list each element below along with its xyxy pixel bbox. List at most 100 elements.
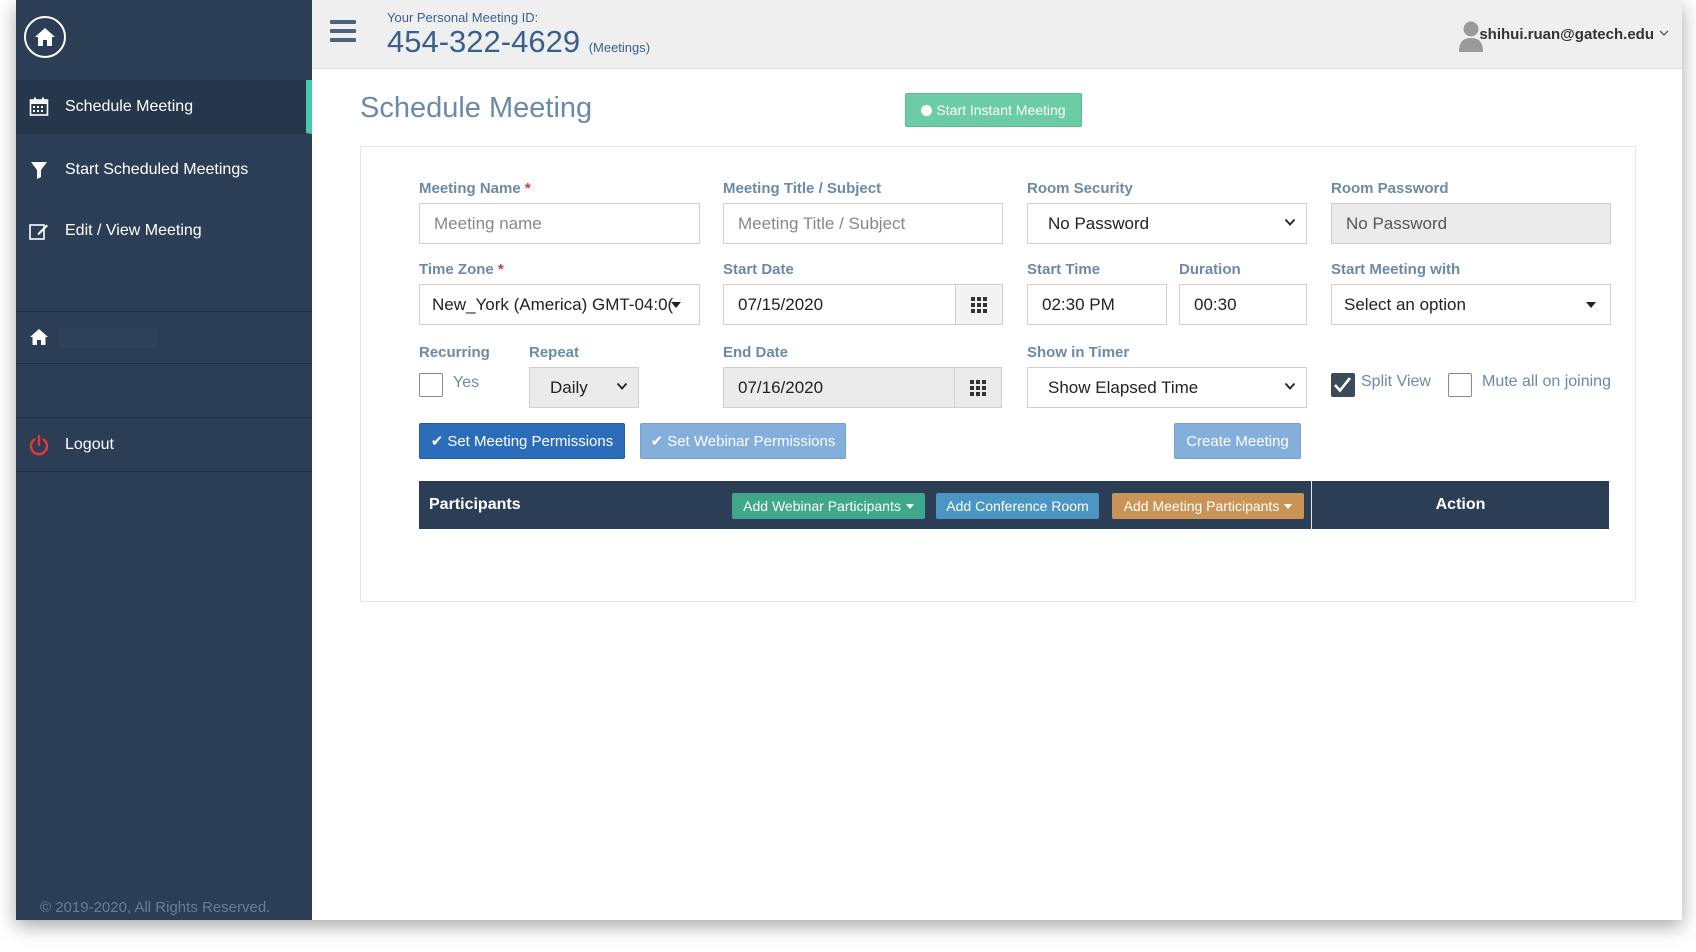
start-date-input[interactable]: 07/15/2020 bbox=[723, 284, 1003, 325]
user-email[interactable]: shihui.ruan@gatech.edu bbox=[1479, 26, 1654, 43]
hamburger-icon bbox=[330, 20, 356, 24]
menu-toggle-button[interactable] bbox=[330, 20, 356, 44]
room-security-label: Room Security bbox=[1027, 180, 1133, 197]
room-security-value: No Password bbox=[1048, 213, 1150, 233]
check-icon: ✔ bbox=[430, 433, 444, 450]
required-marker: * bbox=[497, 261, 504, 278]
grid-icon bbox=[970, 379, 986, 396]
pmi-label: Your Personal Meeting ID: bbox=[387, 10, 539, 25]
home-icon bbox=[35, 28, 55, 46]
room-security-select[interactable]: No Password bbox=[1027, 203, 1307, 244]
add-webinar-participants-button[interactable]: Add Webinar Participants bbox=[732, 493, 925, 519]
duration-label: Duration bbox=[1179, 261, 1241, 278]
circle-icon bbox=[921, 104, 933, 116]
sidebar-item-schedule-meeting[interactable]: Schedule Meeting bbox=[16, 80, 312, 134]
set-webinar-permissions-button[interactable]: ✔ Set Webinar Permissions bbox=[640, 423, 846, 459]
chevron-down-icon bbox=[616, 382, 628, 390]
add-meeting-participants-label: Add Meeting Participants bbox=[1123, 498, 1280, 514]
sidebar-item-logout[interactable]: Logout bbox=[16, 417, 312, 472]
recurring-label: Recurring bbox=[419, 344, 490, 361]
checkmark-icon bbox=[1334, 377, 1352, 393]
home-logo-button[interactable] bbox=[24, 16, 66, 58]
edit-icon bbox=[28, 220, 50, 242]
check-icon: ✔ bbox=[650, 433, 664, 450]
start-date-label: Start Date bbox=[723, 261, 794, 278]
time-zone-label-text: Time Zone bbox=[419, 261, 494, 278]
meeting-name-input[interactable]: Meeting name bbox=[419, 203, 700, 244]
start-instant-meeting-label: Start Instant Meeting bbox=[936, 102, 1066, 118]
repeat-label: Repeat bbox=[529, 344, 580, 361]
start-time-label: Start Time bbox=[1027, 261, 1101, 278]
home-label-placeholder bbox=[58, 328, 158, 348]
start-meeting-with-label: Start Meeting with bbox=[1331, 261, 1461, 278]
show-in-timer-select[interactable]: Show Elapsed Time bbox=[1027, 367, 1307, 408]
sidebar: Schedule Meeting Start Scheduled Meeting… bbox=[16, 0, 312, 920]
show-in-timer-label: Show in Timer bbox=[1027, 344, 1130, 361]
required-marker: * bbox=[524, 180, 531, 197]
home-icon bbox=[30, 329, 48, 345]
pmi-number-wrap: 454-322-4629 (Meetings) bbox=[387, 24, 650, 60]
start-meeting-with-select[interactable]: Select an option bbox=[1331, 284, 1611, 325]
split-view-label: Split View bbox=[1361, 373, 1431, 390]
set-meeting-permissions-button[interactable]: ✔ Set Meeting Permissions bbox=[419, 423, 625, 459]
filter-icon bbox=[28, 159, 50, 181]
caret-down-icon bbox=[905, 503, 914, 509]
logout-label: Logout bbox=[65, 436, 114, 453]
create-meeting-button[interactable]: Create Meeting bbox=[1174, 423, 1301, 459]
add-webinar-participants-label: Add Webinar Participants bbox=[743, 498, 901, 514]
room-password-input[interactable]: No Password bbox=[1331, 203, 1611, 244]
repeat-select[interactable]: Daily bbox=[529, 367, 639, 408]
chevron-down-icon bbox=[1284, 218, 1296, 226]
caret-down-icon bbox=[671, 302, 681, 308]
pmi-number: 454-322-4629 bbox=[387, 24, 581, 59]
meeting-title-input[interactable]: Meeting Title / Subject bbox=[723, 203, 1003, 244]
participants-header: Participants bbox=[429, 496, 521, 513]
power-icon bbox=[29, 434, 49, 456]
time-zone-select[interactable]: New_York (America) GMT-04:0( bbox=[419, 284, 700, 325]
copyright-text: © 2019-2020, All Rights Reserved. bbox=[40, 899, 271, 916]
start-time-input[interactable]: 02:30 PM bbox=[1027, 284, 1167, 325]
start-meeting-with-value: Select an option bbox=[1344, 294, 1466, 314]
add-meeting-participants-button[interactable]: Add Meeting Participants bbox=[1112, 493, 1304, 519]
end-date-label: End Date bbox=[723, 344, 789, 361]
sidebar-home-row[interactable] bbox=[16, 311, 312, 364]
mute-all-label: Mute all on joining bbox=[1482, 373, 1611, 390]
mute-all-checkbox[interactable] bbox=[1448, 373, 1472, 397]
repeat-value: Daily bbox=[550, 377, 588, 397]
set-webinar-permissions-label: Set Webinar Permissions bbox=[667, 432, 836, 450]
calendar-icon bbox=[28, 96, 50, 118]
add-conference-room-button[interactable]: Add Conference Room bbox=[936, 493, 1099, 519]
app-window: Schedule Meeting Start Scheduled Meeting… bbox=[16, 0, 1682, 920]
chevron-down-icon[interactable] bbox=[1658, 27, 1670, 39]
action-column-header: Action bbox=[1435, 496, 1486, 513]
room-password-label: Room Password bbox=[1331, 180, 1449, 197]
meeting-name-label: Meeting Name * bbox=[419, 180, 531, 197]
sidebar-item-label: Schedule Meeting bbox=[65, 97, 194, 115]
sidebar-item-label: Edit / View Meeting bbox=[65, 222, 202, 239]
set-meeting-permissions-label: Set Meeting Permissions bbox=[447, 432, 614, 450]
end-date-value: 07/16/2020 bbox=[738, 377, 824, 397]
caret-down-icon bbox=[1586, 302, 1596, 308]
hamburger-line bbox=[330, 38, 356, 42]
start-instant-meeting-button[interactable]: Start Instant Meeting bbox=[905, 93, 1082, 127]
top-bar: Your Personal Meeting ID: 454-322-4629 (… bbox=[312, 0, 1682, 69]
duration-input[interactable]: 00:30 bbox=[1179, 284, 1307, 325]
hamburger-line bbox=[330, 29, 356, 33]
chevron-down-icon bbox=[1284, 382, 1296, 390]
recurring-checkbox[interactable] bbox=[419, 373, 443, 397]
participants-table-header: Participants Add Webinar Participants Ad… bbox=[419, 481, 1609, 529]
sidebar-item-start-scheduled-meetings[interactable]: Start Scheduled Meetings bbox=[16, 143, 312, 197]
start-date-picker-button[interactable] bbox=[955, 285, 1002, 324]
start-date-value: 07/15/2020 bbox=[738, 294, 824, 314]
time-zone-label: Time Zone * bbox=[419, 261, 504, 278]
end-date-picker-button[interactable] bbox=[954, 368, 1001, 407]
sidebar-item-edit-view-meeting[interactable]: Edit / View Meeting bbox=[16, 204, 312, 258]
meeting-title-label: Meeting Title / Subject bbox=[723, 180, 882, 197]
page-title: Schedule Meeting bbox=[360, 92, 593, 124]
end-date-input[interactable]: 07/16/2020 bbox=[723, 367, 1002, 408]
split-view-checkbox[interactable] bbox=[1331, 373, 1355, 397]
pmi-suffix: (Meetings) bbox=[588, 40, 651, 55]
meeting-name-label-text: Meeting Name bbox=[419, 180, 521, 197]
recurring-yes-label: Yes bbox=[453, 374, 480, 391]
caret-down-icon bbox=[1284, 503, 1293, 509]
